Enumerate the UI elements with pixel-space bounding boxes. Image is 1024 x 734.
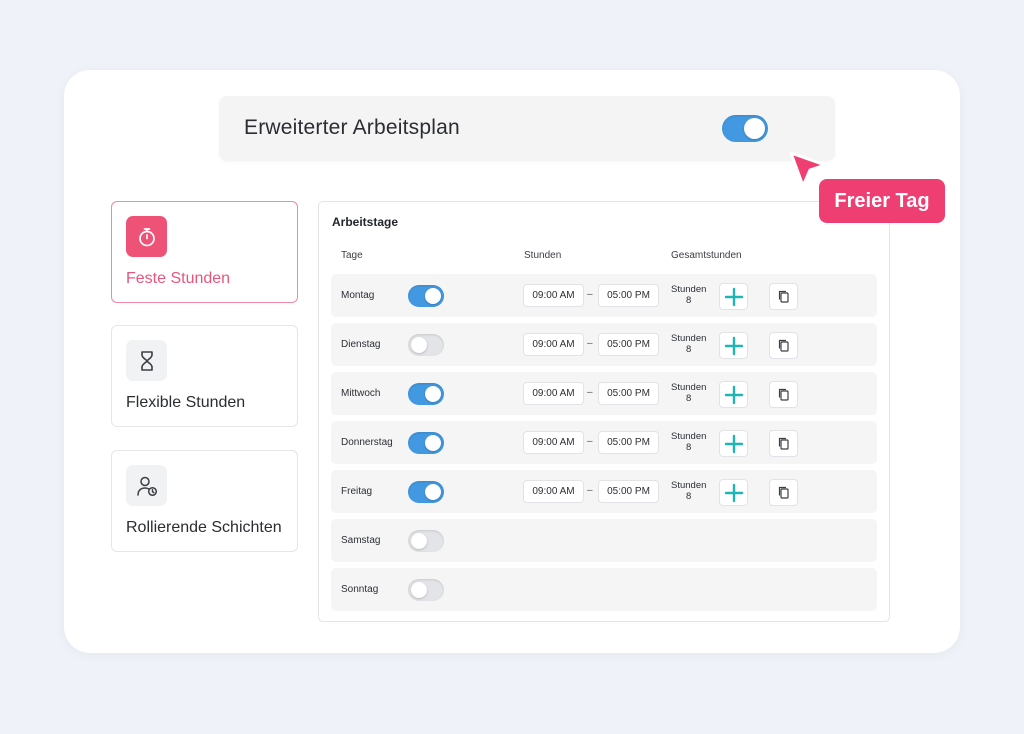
plus-icon <box>724 385 743 404</box>
start-time-input[interactable]: 09:00 AM <box>523 382 584 405</box>
day-toggle[interactable] <box>408 481 444 503</box>
table-row: Mittwoch 09:00 AM – 05:00 PM Stunden 8 <box>331 372 877 415</box>
plus-icon <box>724 434 743 453</box>
time-separator: – <box>587 338 593 349</box>
option-label: Feste Stunden <box>126 270 231 287</box>
end-time-input[interactable]: 05:00 PM <box>598 284 659 307</box>
time-separator: – <box>587 289 593 300</box>
free-day-badge[interactable]: Freier Tag <box>819 179 945 223</box>
copy-button[interactable] <box>769 381 798 408</box>
table-row: Montag 09:00 AM – 05:00 PM Stunden 8 <box>331 274 877 317</box>
option-label: Rollierende Schichten <box>126 519 282 536</box>
table-row: Dienstag 09:00 AM – 05:00 PM Stunden 8 <box>331 323 877 366</box>
total-hours: Stunden 8 <box>671 480 707 502</box>
stopwatch-icon <box>126 216 167 257</box>
time-separator: – <box>587 387 593 398</box>
table-row: Samstag <box>331 519 877 562</box>
option-rotating-shifts[interactable]: Rollierende Schichten <box>111 450 298 552</box>
day-label: Mittwoch <box>341 388 381 399</box>
day-toggle[interactable] <box>408 334 444 356</box>
copy-icon <box>778 339 789 352</box>
add-shift-button[interactable] <box>719 381 748 408</box>
total-hours: Stunden 8 <box>671 333 707 355</box>
copy-button[interactable] <box>769 332 798 359</box>
copy-button[interactable] <box>769 479 798 506</box>
time-separator: – <box>587 485 593 496</box>
day-label: Donnerstag <box>341 437 393 448</box>
hourglass-icon <box>126 340 167 381</box>
option-label: Flexible Stunden <box>126 394 246 411</box>
copy-icon <box>778 486 789 499</box>
plus-icon <box>724 336 743 355</box>
day-toggle[interactable] <box>408 530 444 552</box>
plus-icon <box>724 287 743 306</box>
add-shift-button[interactable] <box>719 430 748 457</box>
table-row: Donnerstag 09:00 AM – 05:00 PM Stunden 8 <box>331 421 877 464</box>
table-title: Arbeitstage <box>332 215 399 229</box>
add-shift-button[interactable] <box>719 283 748 310</box>
copy-icon <box>778 437 789 450</box>
copy-button[interactable] <box>769 283 798 310</box>
column-days: Tage <box>341 250 363 261</box>
add-shift-button[interactable] <box>719 332 748 359</box>
day-label: Samstag <box>341 535 381 546</box>
user-clock-icon <box>126 465 167 506</box>
total-hours: Stunden 8 <box>671 382 707 404</box>
day-label: Dienstag <box>341 339 381 350</box>
option-flexible-hours[interactable]: Flexible Stunden <box>111 325 298 427</box>
end-time-input[interactable]: 05:00 PM <box>598 480 659 503</box>
day-toggle[interactable] <box>408 285 444 307</box>
day-label: Sonntag <box>341 584 379 595</box>
end-time-input[interactable]: 05:00 PM <box>598 333 659 356</box>
copy-button[interactable] <box>769 430 798 457</box>
advanced-schedule-title: Erweiterter Arbeitsplan <box>244 116 460 139</box>
table-row: Freitag 09:00 AM – 05:00 PM Stunden 8 <box>331 470 877 513</box>
table-row: Sonntag <box>331 568 877 611</box>
working-days-table: Arbeitstage Tage Stunden Gesamtstunden M… <box>318 201 890 622</box>
advanced-schedule-bar: Erweiterter Arbeitsplan <box>219 96 835 161</box>
day-label: Freitag <box>341 486 373 497</box>
time-separator: – <box>587 436 593 447</box>
plus-icon <box>724 483 743 502</box>
column-hours: Stunden <box>524 250 562 261</box>
day-toggle[interactable] <box>408 383 444 405</box>
start-time-input[interactable]: 09:00 AM <box>523 480 584 503</box>
end-time-input[interactable]: 05:00 PM <box>598 431 659 454</box>
advanced-schedule-toggle[interactable] <box>722 115 768 142</box>
start-time-input[interactable]: 09:00 AM <box>523 333 584 356</box>
start-time-input[interactable]: 09:00 AM <box>523 284 584 307</box>
end-time-input[interactable]: 05:00 PM <box>598 382 659 405</box>
option-fixed-hours[interactable]: Feste Stunden <box>111 201 298 303</box>
copy-icon <box>778 290 789 303</box>
day-toggle[interactable] <box>408 432 444 454</box>
total-hours: Stunden 8 <box>671 284 707 306</box>
add-shift-button[interactable] <box>719 479 748 506</box>
copy-icon <box>778 388 789 401</box>
day-toggle[interactable] <box>408 579 444 601</box>
column-total: Gesamtstunden <box>671 250 742 261</box>
day-label: Montag <box>341 290 375 301</box>
start-time-input[interactable]: 09:00 AM <box>523 431 584 454</box>
total-hours: Stunden 8 <box>671 431 707 453</box>
